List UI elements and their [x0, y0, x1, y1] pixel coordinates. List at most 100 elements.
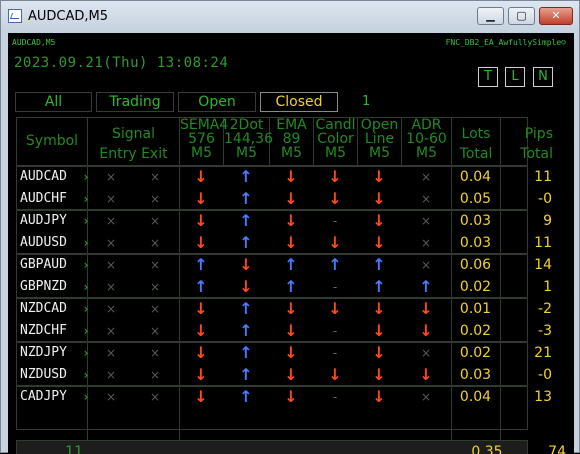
row-lots: 0.05 — [459, 191, 492, 207]
entry-cross-icon: × — [105, 214, 117, 228]
dot2-arrow-up-icon: ↑ — [239, 387, 253, 406]
exit-cross-icon: × — [149, 368, 161, 382]
sema4-arrow-up-icon: ↑ — [194, 255, 208, 274]
candl-arrow-down-icon: ↓ — [328, 233, 342, 252]
candl-arrow-down-icon: ↓ — [328, 189, 342, 208]
adr-cross-icon: × — [420, 170, 432, 184]
table-row[interactable]: CADJPY › × × ↓ ↑ ↓ - ↓ × 0.04 13 — [16, 386, 552, 408]
adr-cross-icon: × — [420, 214, 432, 228]
table-row[interactable]: NZDUSD › × × ↓ ↑ ↓ ↓ ↓ ↓ 0.03 -0 — [16, 364, 552, 386]
ea-name-label: FNC_DB2_EA_AwfullySimple☺ — [445, 38, 566, 47]
tab-open[interactable]: Open — [178, 92, 256, 112]
col-pips: Pips Total — [520, 126, 553, 162]
row-symbol[interactable]: AUDJPY — [20, 210, 80, 232]
ema-arrow-down-icon: ↓ — [284, 233, 298, 252]
tab-all[interactable]: All — [15, 92, 92, 112]
tab-closed[interactable]: Closed — [260, 92, 338, 112]
row-pips: 11 — [534, 169, 552, 185]
row-pips: 9 — [543, 213, 552, 229]
entry-cross-icon: × — [105, 258, 117, 272]
exit-cross-icon: × — [149, 302, 161, 316]
sema4-arrow-down-icon: ↓ — [194, 233, 208, 252]
adr-cross-icon: × — [420, 192, 432, 206]
ema-arrow-down-icon: ↓ — [284, 321, 298, 340]
total-count: 11 — [65, 444, 83, 454]
openline-arrow-down-icon: ↓ — [372, 211, 386, 230]
maximize-button[interactable]: ▢ — [508, 7, 535, 25]
title-bar[interactable]: AUDCAD,M5 ▁ ▢ ✕ — [1, 1, 579, 33]
entry-cross-icon: × — [105, 280, 117, 294]
table-row[interactable]: AUDCHF › × × ↓ ↑ ↓ ↓ ↓ × 0.05 -0 — [16, 188, 552, 210]
entry-cross-icon: × — [105, 324, 117, 338]
candl-arrow-down-icon: ↓ — [328, 365, 342, 384]
candl-dash-icon: - — [332, 346, 338, 360]
table-row[interactable]: NZDCHF › × × ↓ ↑ ↓ - ↓ ↓ 0.02 -3 — [16, 320, 552, 342]
row-symbol[interactable]: AUDCAD — [20, 166, 80, 188]
row-symbol[interactable]: NZDUSD — [20, 364, 80, 386]
toggle-n-button[interactable]: N — [533, 67, 553, 87]
row-pips: -0 — [538, 191, 552, 207]
sema4-arrow-down-icon: ↓ — [194, 343, 208, 362]
table-row[interactable]: NZDCAD › × × ↓ ↑ ↓ ↓ ↓ ↓ 0.01 -2 — [16, 298, 552, 320]
col-openline: Open Line M5 — [358, 118, 402, 165]
openline-arrow-up-icon: ↑ — [372, 277, 386, 296]
candl-dash-icon: - — [332, 280, 338, 294]
close-button[interactable]: ✕ — [539, 7, 573, 25]
row-pips: -3 — [538, 323, 552, 339]
total-lots: 0.35 — [471, 444, 503, 454]
row-symbol[interactable]: GBPNZD — [20, 276, 80, 298]
dot2-arrow-up-icon: ↑ — [239, 365, 253, 384]
entry-cross-icon: × — [105, 346, 117, 360]
openline-arrow-down-icon: ↓ — [372, 343, 386, 362]
tab-trading[interactable]: Trading — [96, 92, 174, 112]
ema-arrow-down-icon: ↓ — [284, 189, 298, 208]
window-title: AUDCAD,M5 — [28, 9, 109, 24]
minimize-button[interactable]: ▁ — [477, 7, 504, 25]
row-lots: 0.03 — [459, 367, 492, 383]
row-pips: -0 — [538, 367, 552, 383]
row-lots: 0.01 — [459, 301, 492, 317]
table-row[interactable]: GBPAUD › × × ↑ ↓ ↑ ↑ ↑ × 0.06 14 — [16, 254, 552, 276]
toggle-t-button[interactable]: T — [478, 67, 498, 87]
ema-arrow-up-icon: ↑ — [284, 255, 298, 274]
dot2-arrow-up-icon: ↑ — [239, 167, 253, 186]
row-symbol[interactable]: GBPAUD — [20, 254, 80, 276]
dot2-arrow-up-icon: ↑ — [239, 189, 253, 208]
table-row[interactable]: AUDCAD › × × ↓ ↑ ↓ ↓ ↓ × 0.04 11 — [16, 166, 552, 188]
entry-cross-icon: × — [105, 302, 117, 316]
row-symbol[interactable]: AUDUSD — [20, 232, 80, 254]
toggle-l-button[interactable]: L — [505, 67, 525, 87]
server-datetime: 2023.09.21(Thu) 13:08:24 — [14, 55, 229, 71]
dot2-arrow-up-icon: ↑ — [239, 343, 253, 362]
row-pips: -2 — [538, 301, 552, 317]
row-lots: 0.03 — [459, 235, 492, 251]
totals-row: 11 0.35 74 — [16, 440, 566, 454]
exit-cross-icon: × — [149, 214, 161, 228]
sema4-arrow-down-icon: ↓ — [194, 387, 208, 406]
row-symbol[interactable]: CADJPY — [20, 386, 80, 408]
adr-arrow-down-icon: ↓ — [419, 365, 433, 384]
sema4-arrow-down-icon: ↓ — [194, 299, 208, 318]
sema4-arrow-down-icon: ↓ — [194, 167, 208, 186]
table-row[interactable]: NZDJPY › × × ↓ ↑ ↓ - ↓ × 0.02 21 — [16, 342, 552, 364]
row-lots: 0.04 — [459, 169, 492, 185]
row-symbol[interactable]: NZDCAD — [20, 298, 80, 320]
row-lots: 0.03 — [459, 213, 492, 229]
col-ema: EMA 89 M5 — [270, 118, 314, 165]
entry-cross-icon: × — [105, 390, 117, 404]
col-2dot: 2Dot 144,36 M5 — [224, 118, 273, 165]
row-symbol[interactable]: AUDCHF — [20, 188, 80, 210]
exit-cross-icon: × — [149, 324, 161, 338]
table-row[interactable]: GBPNZD › × × ↑ ↓ ↑ - ↑ ↑ 0.02 1 — [16, 276, 552, 298]
adr-arrow-up-icon: ↑ — [419, 277, 433, 296]
row-symbol[interactable]: NZDCHF — [20, 320, 80, 342]
row-symbol[interactable]: NZDJPY — [20, 342, 80, 364]
row-lots: 0.02 — [459, 279, 492, 295]
chart-symbol-label: AUDCAD,M5 — [12, 38, 56, 47]
ema-arrow-down-icon: ↓ — [284, 365, 298, 384]
table-row[interactable]: AUDJPY › × × ↓ ↑ ↓ - ↓ × 0.03 9 — [16, 210, 552, 232]
entry-cross-icon: × — [105, 368, 117, 382]
sema4-arrow-up-icon: ↑ — [194, 277, 208, 296]
table-row[interactable]: AUDUSD › × × ↓ ↑ ↓ ↓ ↓ × 0.03 11 — [16, 232, 552, 254]
sema4-arrow-down-icon: ↓ — [194, 211, 208, 230]
